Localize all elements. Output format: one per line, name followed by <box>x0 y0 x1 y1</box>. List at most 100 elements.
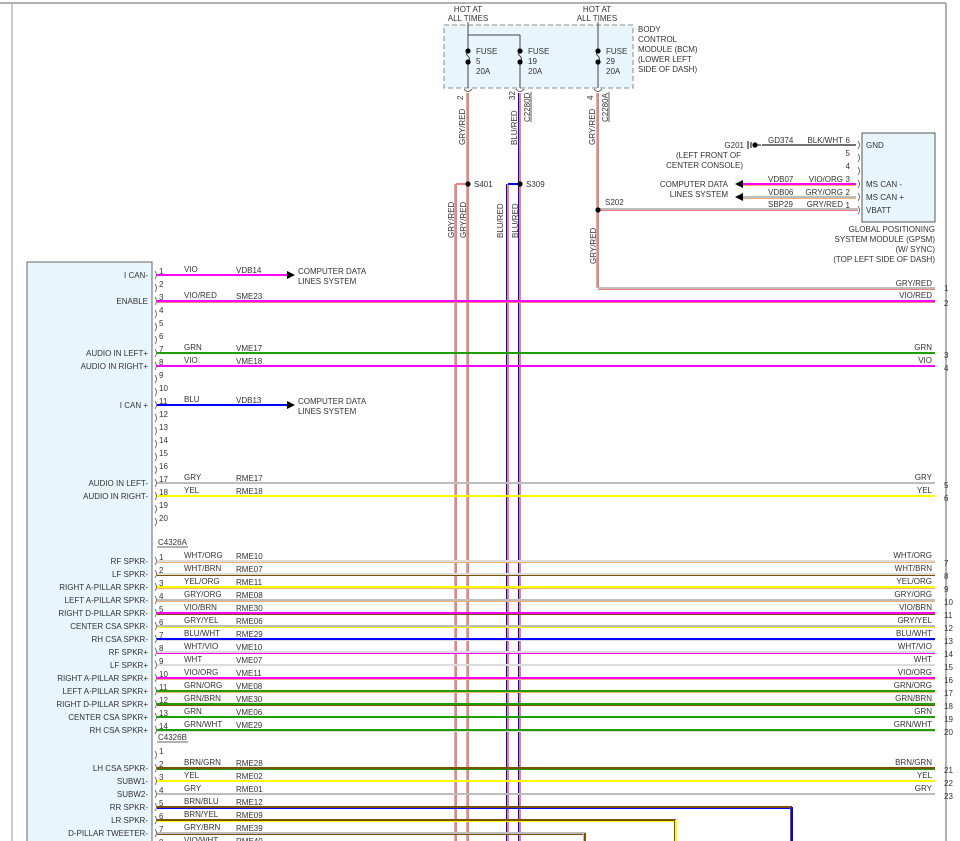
fuse-terminal <box>517 59 523 65</box>
connector-terminal <box>154 647 157 657</box>
circuit-label: GD374 <box>768 136 794 145</box>
connector-label: C4326A <box>158 538 188 547</box>
pin-function-label: LR SPKR- <box>111 816 148 825</box>
wire-color-label: WHT <box>184 655 202 664</box>
bcm-title: CONTROL <box>638 35 678 44</box>
cdl-label: LINES SYSTEM <box>298 277 357 286</box>
circuit-label: RME06 <box>236 617 263 626</box>
pin-number: 4 <box>159 306 164 315</box>
pin-number: 19 <box>159 501 168 510</box>
fuse-terminal <box>517 48 523 54</box>
gpsm-title: SYSTEM MODULE (GPSM) <box>835 235 936 244</box>
ground-location: (LEFT FRONT OF <box>676 151 741 160</box>
pin-number: 3 <box>846 175 851 184</box>
circuit-label: RME29 <box>236 630 263 639</box>
pin-number: 13 <box>944 637 953 646</box>
bcm-box <box>443 24 634 89</box>
pin-number: 6 <box>944 494 949 503</box>
wire-color-label: GRN/WHT <box>894 720 932 729</box>
pin-function-label: AUDIO IN LEFT+ <box>86 349 148 358</box>
wire-color-label: GRY <box>915 473 933 482</box>
pin-number: 8 <box>944 572 949 581</box>
pin-function-label: LEFT A-PILLAR SPKR+ <box>63 687 149 696</box>
circuit-label: RME10 <box>236 552 263 561</box>
wire-color-label: YEL <box>917 771 933 780</box>
connector-terminal <box>154 335 157 345</box>
pin-function-label: I CAN- <box>124 271 148 280</box>
fuse-terminal <box>595 59 601 65</box>
wire-color-label: GRN/BRN <box>184 694 221 703</box>
pin-number: 1 <box>944 284 949 293</box>
bcm-title: MODULE (BCM) <box>638 45 698 54</box>
bcm-title: SIDE OF DASH) <box>638 65 697 74</box>
pin-number: 4 <box>586 95 595 100</box>
wire-color-label: BRN/GRN <box>184 758 221 767</box>
fuse-label: FUSE <box>528 47 549 56</box>
connector-terminal <box>154 789 157 799</box>
wire-color-label: GRN/WHT <box>184 720 222 729</box>
pin-number: 5 <box>944 481 949 490</box>
circuit-label: RME09 <box>236 811 263 820</box>
gpsm-title: GLOBAL POSITIONING <box>849 225 935 234</box>
cdl-label: LINES SYSTEM <box>670 190 729 199</box>
circuit-label: VME18 <box>236 357 263 366</box>
pin-number: 3 <box>944 351 949 360</box>
pin-function-label: LEFT A-PILLAR SPKR- <box>65 596 149 605</box>
pin-number: 2 <box>159 280 164 289</box>
hot-at-all-times-label: ALL TIMES <box>448 14 488 23</box>
pin-function-label: RR SPKR- <box>110 803 149 812</box>
connector-terminal <box>857 192 860 202</box>
wire-color-label: GRY/ORG <box>805 188 843 197</box>
wire-color-label: WHT/VIO <box>898 642 932 651</box>
connector-terminal <box>154 322 157 332</box>
wire-color-label: GRY <box>184 473 202 482</box>
circuit-label: RME08 <box>236 591 263 600</box>
circuit-label: VME29 <box>236 721 263 730</box>
fuse-rating: 20A <box>528 67 543 76</box>
pin-number: 16 <box>944 676 953 685</box>
pin-function-label: RH CSA SPKR+ <box>90 726 149 735</box>
connector-terminal <box>154 634 157 644</box>
connector-terminal <box>154 348 157 358</box>
pin-function-label: AUDIO IN RIGHT- <box>83 492 148 501</box>
wire-color-label: VIO/ORG <box>809 175 843 184</box>
connector-terminal <box>154 296 157 306</box>
gpsm-title: (TOP LEFT SIDE OF DASH) <box>833 255 935 264</box>
pin-number: 10 <box>944 598 953 607</box>
pin-number: 22 <box>944 779 953 788</box>
circuit-label: RME30 <box>236 604 263 613</box>
circuit-label: VDB07 <box>768 175 794 184</box>
circuit-label: RME17 <box>236 474 263 483</box>
wire-color-label: VIO/ORG <box>184 668 218 677</box>
wire-color-label: GRY/ORG <box>894 590 932 599</box>
wire-color-label: GRY/RED <box>589 227 598 264</box>
circuit-label: RME18 <box>236 487 263 496</box>
bcm-title: BODY <box>638 25 661 34</box>
splice-label: S309 <box>526 180 545 189</box>
wire-color-label: GRY/RED <box>458 108 467 145</box>
wire-color-label: GRY/RED <box>447 201 456 238</box>
wire-color-label: VIO/WHT <box>184 836 218 841</box>
fuse-number: 19 <box>528 57 537 66</box>
fuse-number: 5 <box>476 57 481 66</box>
ground-point <box>752 142 758 148</box>
pin-function-label: CENTER CSA SPKR- <box>70 622 148 631</box>
connector-terminal <box>857 166 860 176</box>
wire-color-label: WHT/ORG <box>184 551 223 560</box>
connector-terminal <box>154 828 157 838</box>
connector-terminal <box>154 439 157 449</box>
connector-terminal <box>154 569 157 579</box>
wire-color-label: YEL <box>184 771 200 780</box>
arrow-left-icon <box>735 193 743 201</box>
connector-terminal <box>154 504 157 514</box>
fuse-label: FUSE <box>606 47 627 56</box>
connector-terminal <box>857 179 860 189</box>
wire-color-label: VIO/BRN <box>184 603 217 612</box>
connector-terminal <box>154 712 157 722</box>
circuit-label: SME23 <box>236 292 263 301</box>
circuit-label: VDB13 <box>236 396 262 405</box>
pin-number: 6 <box>159 332 164 341</box>
wire-color-label: GRY/RED <box>588 108 597 145</box>
connector-terminal <box>154 283 157 293</box>
wire-color-label: GRY <box>915 784 933 793</box>
